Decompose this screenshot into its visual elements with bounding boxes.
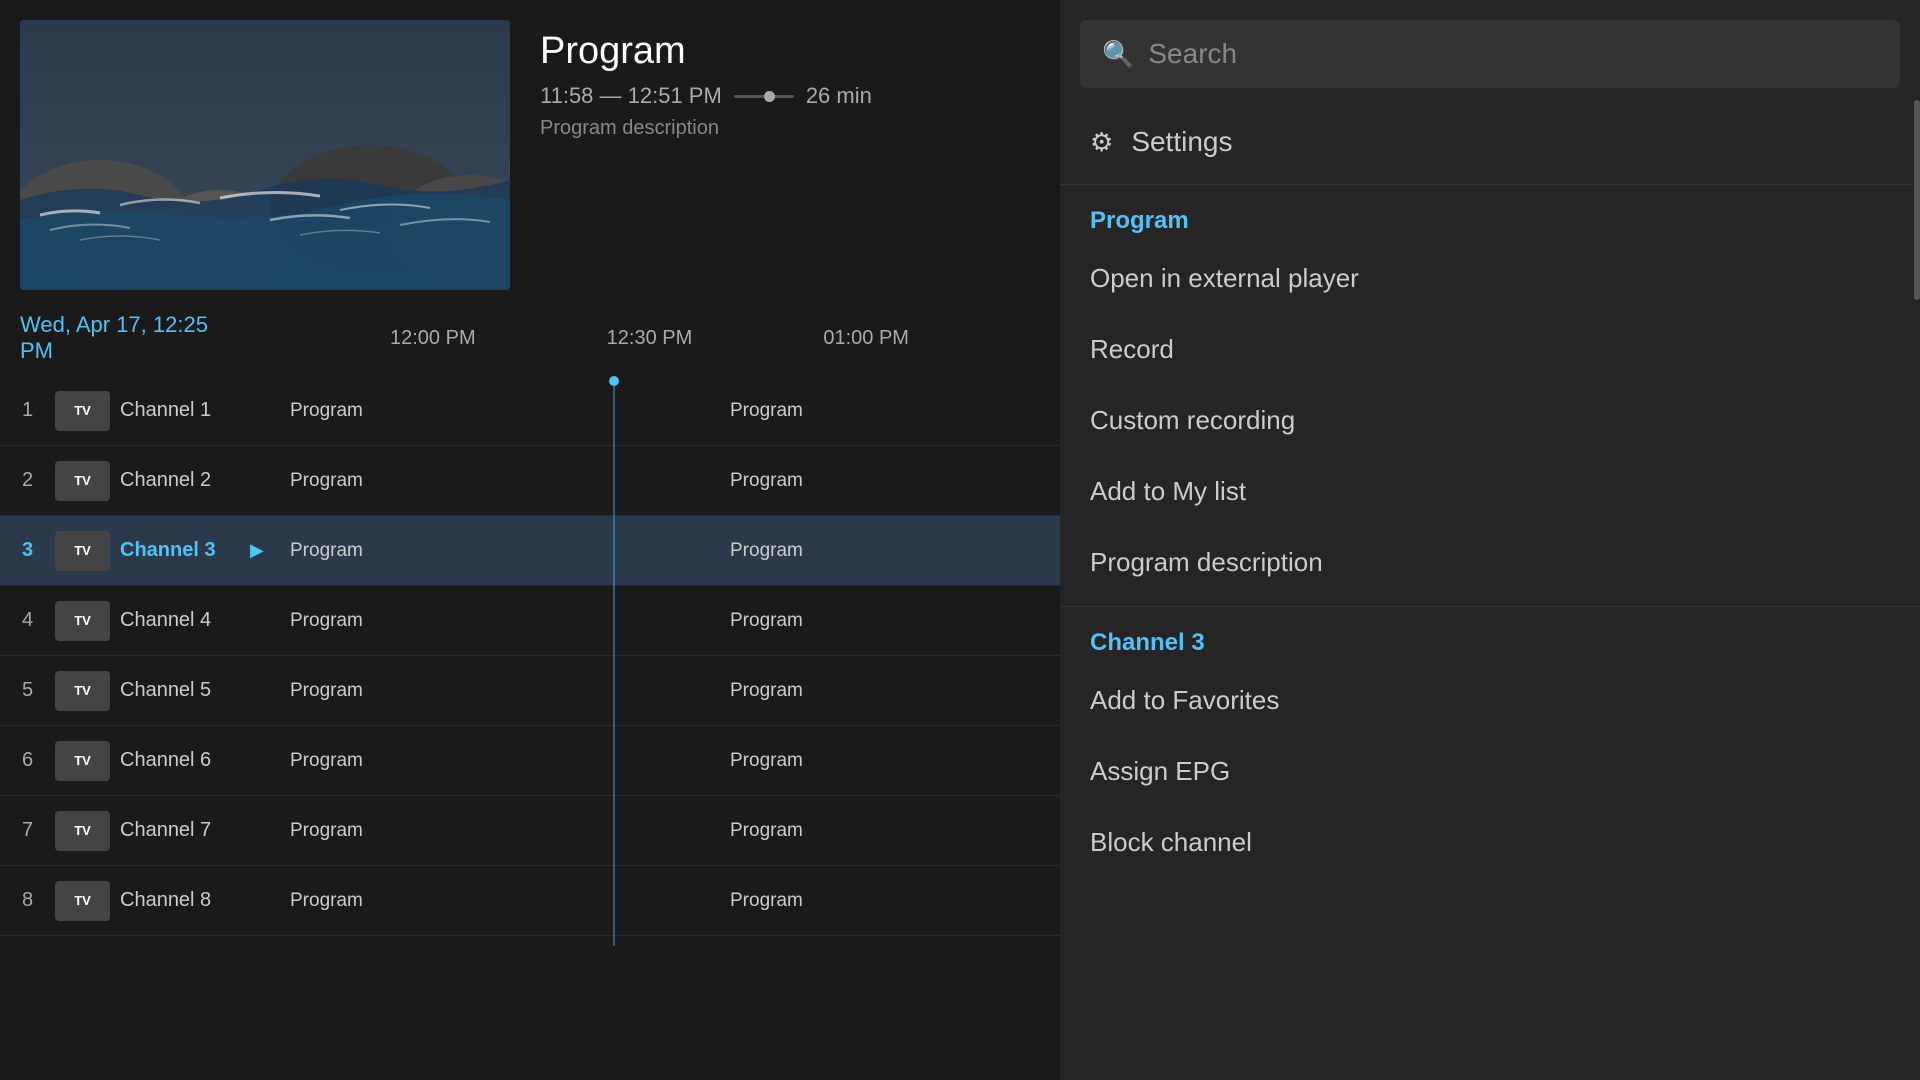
preview-thumbnail [20,20,510,290]
channel-number: 7 [0,819,55,842]
program-info: Program 11:58 — 12:51 PM 26 min Program … [540,20,1040,140]
channel-row[interactable]: 5 TV Channel 5 Program Program [0,656,1060,726]
time-slot-2: 12:30 PM [607,327,824,350]
program-description: Program description [540,117,1040,140]
before-program: Program [290,820,363,842]
timeline-dot [609,376,619,386]
search-input-label[interactable]: Search [1148,38,1237,70]
menu-item-custom-recording[interactable]: Custom recording [1060,385,1920,456]
channel-name: Channel 6 [120,749,250,772]
after-program: Program [730,470,803,492]
menu-item-record[interactable]: Record [1060,314,1920,385]
scroll-indicator [1914,100,1920,300]
channel-number: 6 [0,749,55,772]
channel-row[interactable]: 2 TV Channel 2 Program Program [0,446,1060,516]
channel-name: Channel 2 [120,469,250,492]
after-program: Program [730,540,803,562]
programs-area: Program Program [280,726,1060,796]
program-duration: 26 min [806,83,872,109]
channel-name: Channel 3 [120,539,250,562]
programs-area: Program Program [280,796,1060,866]
channel-section-header: Channel 3 [1060,615,1920,665]
channel-logo: TV [55,461,110,501]
after-program: Program [730,680,803,702]
channel-row[interactable]: 1 TV Channel 1 Program Program [0,376,1060,446]
programs-area: Program Program [280,586,1060,656]
gear-icon: ⚙ [1090,127,1113,158]
after-program: Program [730,400,803,422]
menu-item-add-to-favorites[interactable]: Add to Favorites [1060,665,1920,736]
channel-logo: TV [55,531,110,571]
programs-area: Program Program [280,866,1060,936]
before-program: Program [290,890,363,912]
channel-name: Channel 1 [120,399,250,422]
after-program: Program [730,750,803,772]
settings-item[interactable]: ⚙ Settings [1060,108,1920,176]
play-icon: ▶ [250,540,280,561]
search-bar[interactable]: 🔍 Search [1080,20,1900,88]
before-program: Program [290,400,363,422]
channel-name: Channel 5 [120,679,250,702]
channel-grid: 1 TV Channel 1 Program Program 2 TV Chan… [0,376,1060,936]
timeline-header: Wed, Apr 17, 12:25 PM 12:00 PM 12:30 PM … [0,300,1060,376]
programs-area: Program Program [280,446,1060,516]
separator-2 [1060,606,1920,607]
before-program: Program [290,540,363,562]
after-program: Program [730,820,803,842]
time-progress-bar [734,95,794,98]
channel-logo: TV [55,601,110,641]
before-program: Program [290,470,363,492]
program-section-header: Program [1060,193,1920,243]
time-slots: 12:00 PM 12:30 PM 01:00 PM [220,327,1040,350]
after-program: Program [730,890,803,912]
time-range: 11:58 — 12:51 PM [540,83,722,109]
channel-number: 3 [0,539,55,562]
channel-number: 1 [0,399,55,422]
channel-logo: TV [55,671,110,711]
channel-name: Channel 8 [120,889,250,912]
menu-item-block-channel[interactable]: Block channel [1060,807,1920,878]
programs-area: Program Program [280,376,1060,446]
channel-row[interactable]: 3 TV Channel 3 ▶ Program Program [0,516,1060,586]
channel-row[interactable]: 7 TV Channel 7 Program Program [0,796,1060,866]
before-program: Program [290,610,363,632]
before-program: Program [290,680,363,702]
channel-logo: TV [55,391,110,431]
channel-row[interactable]: 8 TV Channel 8 Program Program [0,866,1060,936]
separator-1 [1060,184,1920,185]
program-title: Program [540,30,1040,73]
time-slot-1: 12:00 PM [390,327,607,350]
preview-panel: Program 11:58 — 12:51 PM 26 min Program … [0,0,1060,300]
channel-logo: TV [55,881,110,921]
timeline-indicator [613,376,615,936]
channel-number: 5 [0,679,55,702]
search-icon: 🔍 [1102,39,1134,70]
channel-row[interactable]: 4 TV Channel 4 Program Program [0,586,1060,656]
timeline-line [613,386,615,946]
menu-item-open-external[interactable]: Open in external player [1060,243,1920,314]
current-datetime: Wed, Apr 17, 12:25 PM [20,312,220,364]
menu-item-program-description[interactable]: Program description [1060,527,1920,598]
channel-number: 8 [0,889,55,912]
grid-wrapper: 1 TV Channel 1 Program Program 2 TV Chan… [0,376,1060,936]
channel-logo: TV [55,741,110,781]
after-program: Program [730,610,803,632]
channel-name: Channel 7 [120,819,250,842]
channel-number: 4 [0,609,55,632]
channel-logo: TV [55,811,110,851]
menu-item-add-to-my-list[interactable]: Add to My list [1060,456,1920,527]
settings-label: Settings [1131,126,1232,158]
before-program: Program [290,750,363,772]
channel-row[interactable]: 6 TV Channel 6 Program Program [0,726,1060,796]
channel-name: Channel 4 [120,609,250,632]
main-content: Program 11:58 — 12:51 PM 26 min Program … [0,0,1060,1080]
time-slot-3: 01:00 PM [823,327,1040,350]
program-time: 11:58 — 12:51 PM 26 min [540,83,1040,109]
menu-item-assign-epg[interactable]: Assign EPG [1060,736,1920,807]
context-menu-panel: 🔍 Search ⚙ Settings Program Open in exte… [1060,0,1920,1080]
channel-number: 2 [0,469,55,492]
programs-area: Program Program [280,656,1060,726]
programs-area: Program Program [280,516,1060,586]
